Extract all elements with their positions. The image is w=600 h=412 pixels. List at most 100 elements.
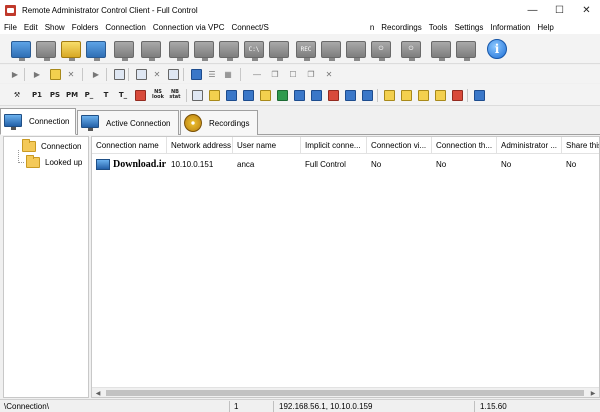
remote-control-button[interactable] [113,38,135,61]
play-icon[interactable]: ▶ [89,67,103,81]
view-only-button[interactable] [140,38,162,61]
menu-help[interactable]: Help [533,23,556,32]
scroll-right-icon[interactable]: ▶ [588,388,598,397]
trace-icon[interactable]: T [99,88,113,102]
folder-button[interactable] [60,38,82,61]
menu-connection-via-vpc[interactable]: Connection via VPC [149,23,228,32]
nbstat-icon[interactable]: NB stat [168,88,182,102]
minimize-button[interactable]: — [519,0,546,20]
chart-icon[interactable] [326,88,340,102]
menu-recordings[interactable]: Recordings [377,23,424,32]
column-header-connection-via[interactable]: Connection vi... [367,137,432,154]
tools-x-icon[interactable] [450,88,464,102]
column-header-network-address[interactable]: Network address [167,137,233,154]
notepad-icon[interactable] [190,88,204,102]
column-header-implicit-connection[interactable]: Implicit conne... [301,137,367,154]
scroll-left-icon[interactable]: ◀ [93,388,103,397]
menu-file[interactable]: File [0,23,20,32]
scan-button[interactable] [85,38,107,61]
folder-d-icon[interactable] [399,88,413,102]
cell-connection-through: No [436,159,447,169]
delete-icon[interactable]: ✕ [64,67,78,81]
list-view-icon[interactable]: ☰ [205,67,219,81]
ping-trace-icon[interactable]: P_ [82,88,96,102]
message-button[interactable] [320,38,342,61]
tools-icon[interactable]: ⚒ [10,88,24,102]
menu-edit[interactable]: Edit [20,23,41,32]
column-header-connection-through[interactable]: Connection th... [432,137,497,154]
properties-icon[interactable] [112,67,126,81]
cell-network-address: 10.10.0.151 [171,159,214,169]
tree-item-connection[interactable]: Connection [22,139,81,154]
ping-sweep-icon[interactable]: PS [48,88,62,102]
column-header-administrator[interactable]: Administrator ... [497,137,562,154]
computer-icon[interactable] [224,88,238,102]
computer-icon[interactable] [241,88,255,102]
menu-folders[interactable]: Folders [68,23,102,32]
folder-f-icon[interactable] [433,88,447,102]
play-icon[interactable]: ▶ [30,67,44,81]
scrollbar-thumb[interactable] [106,390,584,396]
menu-connection[interactable]: Connection [101,23,148,32]
trace-route-icon[interactable]: T_ [116,88,130,102]
rename-icon[interactable] [134,67,148,81]
app-icon [5,4,16,16]
close-button[interactable]: ✕ [573,0,600,20]
users-icon[interactable] [275,88,289,102]
horizontal-scrollbar[interactable]: ◀ ▶ [92,387,599,397]
inventory-button[interactable] [218,38,240,61]
restore-pane-icon[interactable]: ❐ [304,67,318,81]
details-view-icon[interactable]: ▦ [221,67,235,81]
file-transfer-button[interactable] [168,38,190,61]
telnet-button[interactable] [193,38,215,61]
dns-icon[interactable] [133,88,147,102]
chat-button[interactable] [268,38,290,61]
column-header-connection-name[interactable]: Connection name [92,137,167,154]
monitor-icon [81,114,101,132]
ping-icon[interactable]: P1 [30,88,44,102]
restore-pane-icon[interactable]: ❐ [268,67,282,81]
menu-n[interactable]: n [366,23,377,32]
key-icon[interactable] [258,88,272,102]
copy-icon[interactable] [166,67,180,81]
tree-item-looked-up[interactable]: Looked up [26,155,82,170]
ping-monitor-icon[interactable]: PM [65,88,79,102]
computer-icon[interactable] [292,88,306,102]
network-icon[interactable] [207,88,221,102]
command-prompt-button[interactable]: C:\ [243,38,265,61]
shutdown-button[interactable]: ⏻ [370,38,392,61]
menu-tools[interactable]: Tools [425,23,451,32]
screenshot-button[interactable] [345,38,367,61]
menu-show[interactable]: Show [41,23,68,32]
maximize-pane-icon[interactable]: ☐ [286,67,300,81]
wake-button[interactable] [430,38,452,61]
tab-connection[interactable]: Connection [0,108,76,135]
column-header-user-name[interactable]: User name [233,137,301,154]
tab-recordings[interactable]: Recordings [180,110,258,135]
display-icon[interactable] [360,88,374,102]
folder-c-icon[interactable] [382,88,396,102]
open-folder-icon[interactable] [48,67,62,81]
menu-settings[interactable]: Settings [450,23,486,32]
play-icon[interactable]: ▶ [8,67,22,81]
nslookup-icon[interactable]: NS look [151,88,165,102]
large-icons-icon[interactable] [189,67,203,81]
information-button[interactable]: i [486,38,508,60]
maximize-button[interactable]: ☐ [546,0,573,20]
close-pane-icon[interactable]: ✕ [322,67,336,81]
settings-icon[interactable] [343,88,357,102]
menu-information[interactable]: Information [486,23,533,32]
power-button[interactable]: ⏻ [400,38,422,61]
transfer-icon[interactable] [472,88,486,102]
folder-e-icon[interactable] [416,88,430,102]
console-icon[interactable] [309,88,323,102]
menu-connect-s[interactable]: Connect/S [227,23,271,32]
record-button[interactable]: REC [295,38,317,61]
connect-button[interactable] [10,38,32,61]
lock-button[interactable] [455,38,477,61]
column-header-share-this[interactable]: Share this [562,137,599,154]
cut-icon[interactable]: ✕ [150,67,164,81]
tab-active-connection[interactable]: Active Connection [77,110,179,135]
minimize-pane-icon[interactable]: — [250,67,264,81]
disconnect-button[interactable] [35,38,57,61]
